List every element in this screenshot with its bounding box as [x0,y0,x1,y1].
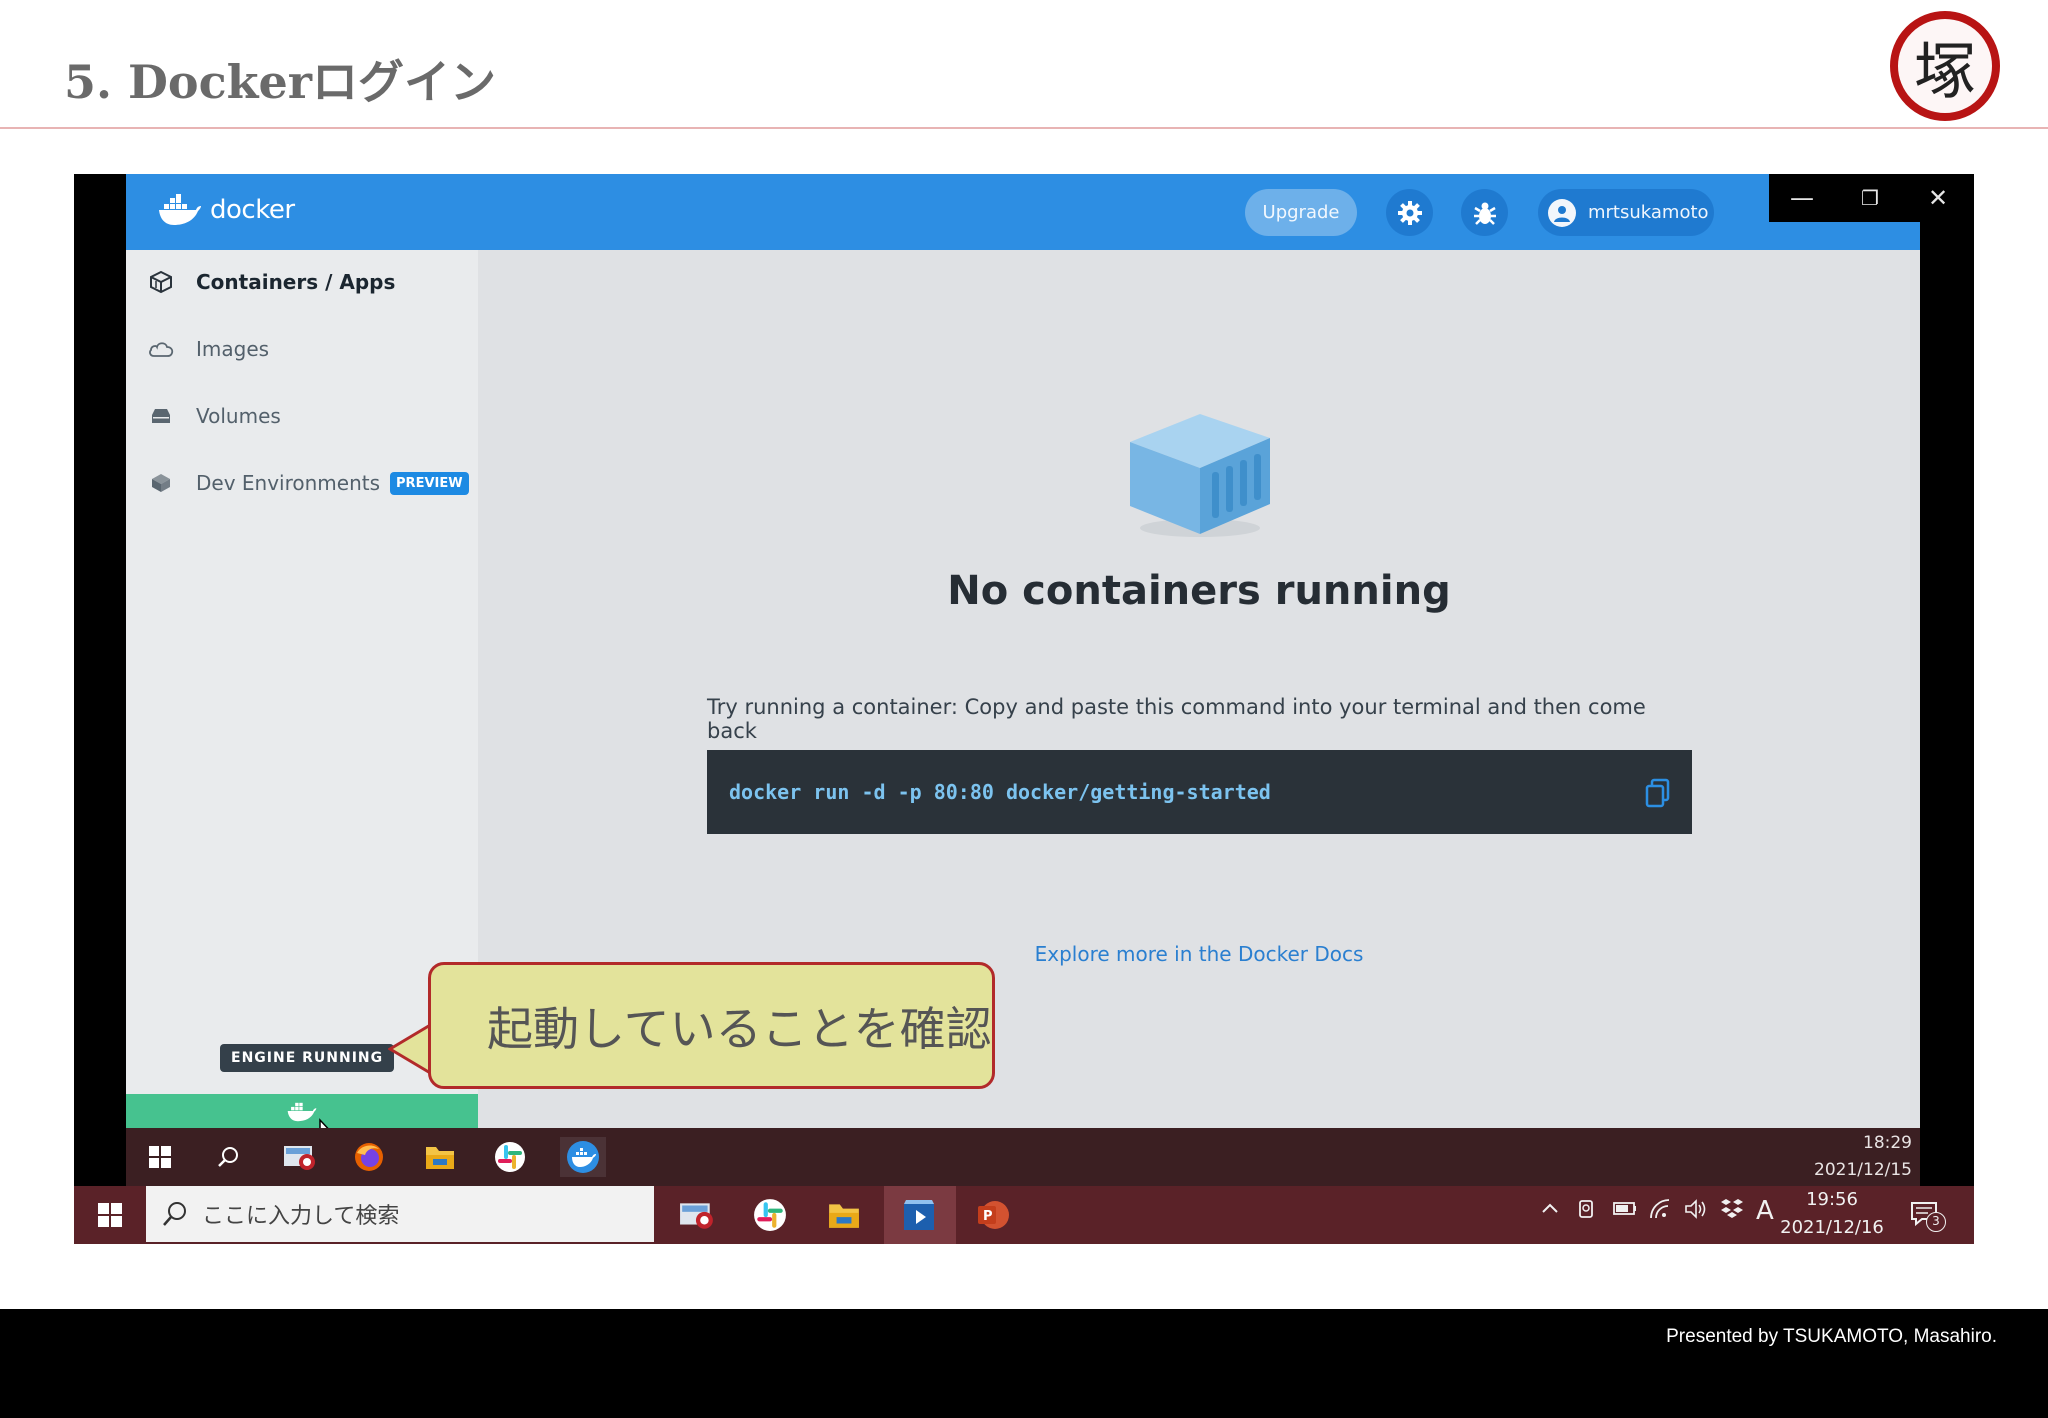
volume-icon[interactable] [1684,1198,1708,1225]
taskbar-app[interactable] [750,1195,790,1235]
sidebar-item-dev-environments[interactable]: Dev Environments PREVIEW [148,471,469,495]
close-button[interactable]: ✕ [1918,182,1958,214]
gear-icon [1397,200,1422,225]
copy-button[interactable] [1644,778,1672,812]
inner-taskbar-app-docker[interactable] [560,1137,606,1177]
inner-taskbar-app[interactable] [349,1137,389,1177]
slide-title: 5. Dockerログイン [64,55,496,109]
sidebar-item-containers[interactable]: Containers / Apps [148,270,395,294]
dropbox-icon[interactable] [1720,1198,1744,1225]
action-center-button[interactable]: 3 [1910,1200,1946,1235]
sidebar-item-label: Volumes [196,404,281,428]
engine-status-bar[interactable] [126,1094,478,1128]
sidebar-item-volumes[interactable]: Volumes [148,404,281,428]
inner-date: 2021/12/15 [1814,1160,1912,1180]
empty-state-title: No containers running [947,568,1451,614]
inner-clock[interactable]: 18:29 2021/12/15 [1800,1130,1912,1184]
callout: 起動していることを確認 [428,962,995,1089]
troubleshoot-button[interactable] [1461,189,1508,236]
search-icon [218,1147,238,1167]
avatar [1548,198,1576,227]
clock-time: 19:56 [1806,1189,1858,1210]
powerpoint-icon: P [978,1201,1009,1229]
sidebar-item-label: Images [196,337,270,361]
inner-search-button[interactable] [208,1137,248,1177]
taskbar-app-active[interactable] [884,1186,956,1244]
copy-icon [1645,778,1670,808]
sidebar-item-label: Containers / Apps [196,270,396,294]
wifi-icon[interactable] [1648,1198,1672,1225]
command-text[interactable]: docker run -d -p 80:80 docker/getting-st… [729,780,1271,804]
docker-logo: docker [158,194,295,226]
inner-taskbar-app[interactable] [280,1137,320,1177]
upgrade-button[interactable]: Upgrade [1245,189,1357,236]
folder-icon [829,1204,859,1228]
bug-icon [1473,202,1496,225]
windows-logo-icon [149,1146,171,1168]
taskbar-app[interactable] [824,1195,864,1235]
folder-icon [426,1147,454,1169]
seal-logo: 塚 [1890,11,2000,121]
docker-brand-text: docker [210,195,295,225]
taskbar-clock[interactable]: 19:56 2021/12/16 [1780,1186,1884,1242]
ime-indicator[interactable]: A [1756,1196,1774,1226]
video-player-icon [904,1200,934,1230]
docker-whale-icon [159,194,201,225]
cloud-icon [148,337,174,361]
firefox-icon [355,1143,383,1171]
restore-button[interactable]: ❐ [1850,182,1890,214]
svg-text:P: P [983,1209,993,1224]
engine-status-tooltip: ENGINE RUNNING [220,1044,395,1072]
tray-overflow-icon[interactable] [1540,1198,1560,1223]
preview-badge: PREVIEW [390,471,469,495]
slack-icon [495,1142,525,1172]
battery-icon[interactable] [1612,1198,1638,1223]
search-placeholder: ここに入力して検索 [202,1204,400,1229]
cubes-icon [148,471,174,495]
notification-count: 3 [1926,1212,1946,1232]
container-stack-icon [148,270,174,294]
account-button[interactable]: mrtsukamoto [1538,189,1714,236]
screen-recorder-icon [284,1146,315,1170]
docker-icon [567,1141,599,1173]
slack-icon [754,1199,786,1231]
taskbar-app[interactable] [677,1195,717,1235]
inner-taskbar [126,1128,1920,1186]
taskbar-search[interactable]: ここに入力して検索 [146,1186,654,1242]
username: mrtsukamoto [1588,202,1709,223]
try-instructions: Try running a container: Copy and paste … [707,695,1646,743]
search-icon [163,1202,186,1226]
docker-whale-icon [287,1102,317,1122]
inner-taskbar-app[interactable] [420,1137,460,1177]
inner-taskbar-app[interactable] [490,1137,530,1177]
container-box-icon [1130,414,1270,537]
inner-time: 18:29 [1863,1133,1912,1153]
command-box: docker run -d -p 80:80 docker/getting-st… [707,750,1692,834]
user-icon [1554,205,1570,222]
drive-icon [148,404,174,428]
inner-start-button[interactable] [140,1137,180,1177]
settings-button[interactable] [1386,189,1433,236]
screen-recorder-icon [680,1203,713,1229]
clock-date: 2021/12/16 [1780,1217,1884,1238]
title-divider [0,127,2048,129]
presenter-credit: Presented by TSUKAMOTO, Masahiro. [1666,1326,1997,1347]
minimize-button[interactable]: — [1782,182,1822,214]
start-button[interactable] [90,1195,130,1235]
sidebar [126,250,478,1128]
meet-icon[interactable] [1576,1198,1598,1225]
windows-logo-icon [98,1203,122,1227]
taskbar-app[interactable]: P [973,1195,1013,1235]
sidebar-item-label: Dev Environments [196,471,381,495]
sidebar-item-images[interactable]: Images [148,337,269,361]
